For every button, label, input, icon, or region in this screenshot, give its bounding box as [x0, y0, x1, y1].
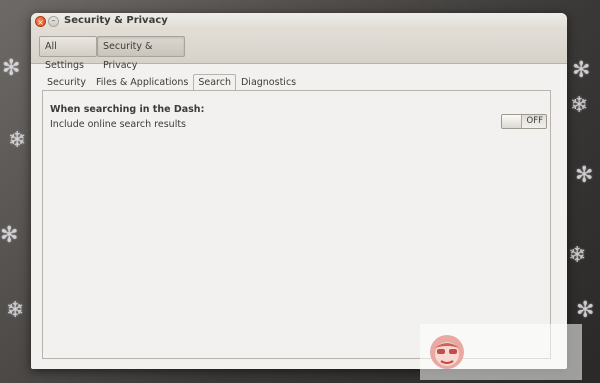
frost-decoration: ✻ [576, 298, 595, 323]
frost-decoration: ❄ [570, 93, 589, 118]
frost-decoration: ❄ [8, 128, 27, 153]
window-title: Security & Privacy [64, 15, 168, 26]
frost-decoration: ✻ [2, 56, 21, 81]
breadcrumb-security-privacy[interactable]: Security & Privacy [97, 36, 185, 71]
frost-decoration: ❄ [6, 298, 25, 323]
frost-decoration: ✻ [575, 163, 594, 188]
tab-bar: Security Files & Applications Search Dia… [42, 74, 301, 91]
search-tab-panel: When searching in the Dash: Include onli… [42, 90, 551, 359]
tab-security[interactable]: Security [42, 74, 91, 90]
section-heading: When searching in the Dash: [50, 104, 205, 115]
watermark-overlay [420, 324, 582, 380]
frost-decoration: ✻ [0, 223, 19, 248]
toggle-state-label: OFF [526, 116, 543, 126]
frost-decoration: ❄ [568, 243, 587, 268]
tab-diagnostics[interactable]: Diagnostics [236, 74, 301, 90]
tab-search[interactable]: Search [193, 74, 236, 91]
tab-files-applications[interactable]: Files & Applications [91, 74, 193, 90]
online-results-label: Include online search results [50, 119, 187, 130]
settings-window: × – Security & Privacy All Settings Secu… [31, 13, 567, 369]
minimize-icon[interactable]: – [48, 16, 59, 27]
breadcrumb-all-settings[interactable]: All Settings [39, 36, 97, 71]
frost-decoration: ✻ [572, 58, 591, 83]
toolbar: All Settings Security & Privacy [31, 30, 567, 71]
close-icon[interactable]: × [35, 16, 46, 27]
toggle-knob[interactable] [502, 115, 522, 128]
window-titlebar[interactable]: × – Security & Privacy [31, 13, 567, 30]
online-results-toggle[interactable]: OFF [501, 114, 547, 129]
watermark-monkey-logo [430, 335, 464, 369]
